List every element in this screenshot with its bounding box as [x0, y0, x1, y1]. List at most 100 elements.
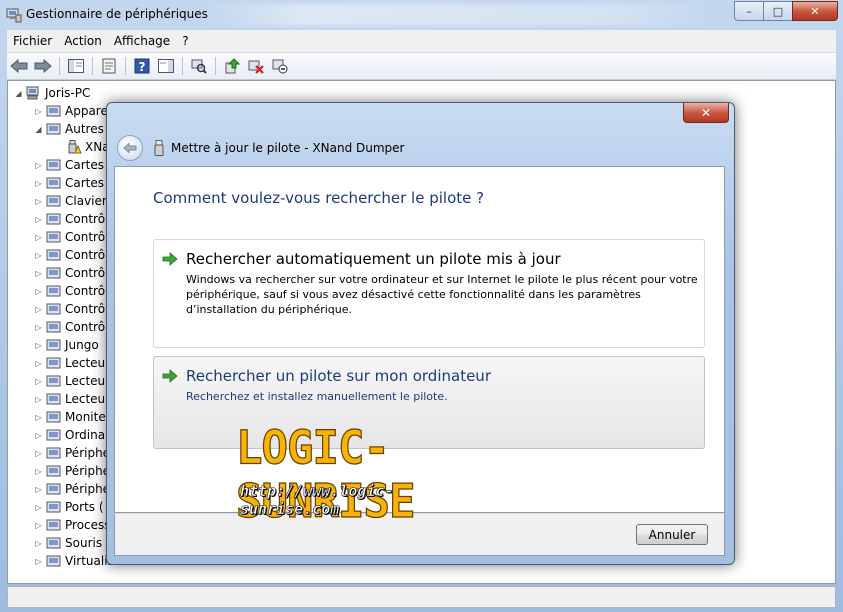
expand-arrow-icon[interactable]: ▷ [34, 431, 43, 440]
expand-arrow-icon[interactable]: ▷ [34, 107, 43, 116]
expand-arrow-icon[interactable]: ▷ [34, 269, 43, 278]
show-hide-console-tree-button[interactable] [66, 56, 86, 76]
tree-item-label: Contrô [65, 212, 106, 226]
menu-affichage[interactable]: Affichage [108, 34, 176, 48]
expand-arrow-icon[interactable]: ▷ [34, 413, 43, 422]
tree-item[interactable]: ▷ Lecteur [34, 390, 110, 408]
expand-arrow-icon[interactable]: ▷ [34, 395, 43, 404]
tree-item[interactable]: ▷ Contrô [34, 264, 105, 282]
tree-item-label: Monite [65, 410, 106, 424]
minimize-button[interactable]: – [734, 1, 764, 21]
forward-button[interactable] [33, 56, 53, 76]
action-pane-button[interactable] [156, 56, 176, 76]
expand-arrow-icon[interactable]: ▷ [34, 305, 43, 314]
expand-arrow-icon[interactable]: ▷ [34, 467, 43, 476]
close-button[interactable]: ✕ [792, 1, 838, 21]
toolbar: ? [7, 53, 836, 80]
properties-button[interactable] [99, 56, 119, 76]
expand-arrow-icon[interactable]: ▷ [34, 449, 43, 458]
tree-item[interactable]: ▷ Jungo [34, 336, 98, 354]
tree-item[interactable]: ▷ Périphé [34, 480, 110, 498]
expand-arrow-icon[interactable]: ▷ [34, 323, 43, 332]
help-button[interactable]: ? [132, 56, 152, 76]
disable-device-button[interactable] [270, 56, 290, 76]
controller-icon [46, 248, 62, 262]
menu-fichier[interactable]: Fichier [7, 34, 58, 48]
scan-hardware-button[interactable] [189, 56, 209, 76]
tree-item-label: Contrô [65, 302, 106, 316]
tree-item-label: Ports ( [65, 500, 104, 514]
cancel-button[interactable]: Annuler [636, 524, 708, 545]
tree-item[interactable]: ▷ Périphé [34, 444, 110, 462]
console-tree-icon [68, 59, 84, 73]
svg-text:?: ? [139, 60, 146, 74]
expand-arrow-icon[interactable]: ▷ [34, 359, 43, 368]
expand-arrow-icon[interactable]: ▷ [34, 521, 43, 530]
expand-arrow-icon[interactable]: ▷ [34, 287, 43, 296]
tree-item[interactable]: ▷ Process [34, 516, 110, 534]
arrow-left-icon [10, 59, 28, 73]
tree-item[interactable]: ▷ Ports ( [34, 498, 104, 516]
wizard-back-button[interactable] [117, 135, 143, 161]
drive-icon [46, 374, 62, 388]
tree-item[interactable]: ▷ Contrô [34, 300, 105, 318]
expand-arrow-icon[interactable]: ▷ [34, 179, 43, 188]
expand-arrow-icon[interactable]: ▷ [34, 503, 43, 512]
update-driver-button[interactable] [222, 56, 242, 76]
tree-item[interactable]: ▷ Périphé [34, 462, 110, 480]
tree-item[interactable]: ▷ Clavier [34, 192, 106, 210]
device-icon [46, 446, 62, 460]
search-automatically-option[interactable]: Rechercher automatiquement un pilote mis… [153, 239, 705, 348]
device-manager-icon [6, 8, 22, 23]
tree-item[interactable]: ▷ Contrô [34, 246, 105, 264]
tree-item[interactable]: ▷ Ordina [34, 426, 105, 444]
expand-arrow-icon[interactable]: ▷ [34, 485, 43, 494]
menu-help[interactable]: ? [176, 34, 194, 48]
title-bar[interactable]: Gestionnaire de périphériques – □ ✕ [0, 0, 843, 30]
expand-arrow-icon[interactable]: ▷ [34, 251, 43, 260]
tree-item-label: Contrô [65, 320, 106, 334]
usb-device-icon [154, 140, 164, 156]
green-arrow-icon [162, 369, 178, 383]
expand-arrow-icon[interactable]: ▷ [34, 341, 43, 350]
tree-item[interactable]: ▷ Souris e [34, 534, 113, 552]
arrow-right-icon [34, 59, 52, 73]
expanded-arrow-icon[interactable]: ◢ [14, 89, 23, 98]
tree-item[interactable]: XNa [54, 138, 110, 156]
controller-icon [46, 320, 62, 334]
tree-item[interactable]: ▷ Monite [34, 408, 106, 426]
tree-item[interactable]: ▷ Contrô [34, 318, 105, 336]
tree-item[interactable]: ◢ Autres [34, 120, 104, 138]
tree-item[interactable]: ▷ Contrô [34, 210, 105, 228]
tree-item-label: Périphé [65, 464, 111, 478]
processor-icon [46, 518, 62, 532]
dialog-close-button[interactable]: ✕ [683, 103, 729, 123]
watermark-url: http://www.logic-sunrise.com [240, 482, 394, 519]
tree-item[interactable]: ▷ Lecteur [34, 372, 110, 390]
tree-item[interactable]: ▷ Cartes [34, 156, 104, 174]
expand-arrow-icon[interactable]: ▷ [34, 215, 43, 224]
expand-arrow-icon[interactable]: ▷ [34, 557, 43, 566]
expand-arrow-icon[interactable]: ▷ [34, 539, 43, 548]
tree-root[interactable]: ◢ Joris-PC [14, 84, 90, 102]
tree-item[interactable]: ▷ Contrô [34, 228, 105, 246]
tree-item[interactable]: ▷ Appare [34, 102, 108, 120]
uninstall-button[interactable] [246, 56, 266, 76]
expand-arrow-icon[interactable]: ▷ [34, 197, 43, 206]
disable-device-icon [272, 59, 288, 74]
tree-item[interactable]: ▷ Lecteur [34, 354, 110, 372]
back-button[interactable] [9, 56, 29, 76]
question-heading: Comment voulez-vous rechercher le pilote… [153, 189, 485, 207]
expand-arrow-icon[interactable]: ▷ [34, 161, 43, 170]
option-description: Recherchez et installez manuellement le … [186, 390, 448, 403]
expand-arrow-icon[interactable]: ▷ [34, 233, 43, 242]
tree-item-label: Appare [65, 104, 108, 118]
tree-item[interactable]: ▷ Cartes [34, 174, 104, 192]
port-icon [46, 500, 62, 514]
expand-arrow-icon[interactable]: ▷ [34, 377, 43, 386]
tree-item-label: Autres [65, 122, 104, 136]
menu-action[interactable]: Action [58, 34, 108, 48]
expanded-arrow-icon[interactable]: ◢ [34, 125, 43, 134]
maximize-button[interactable]: □ [763, 1, 793, 21]
tree-item[interactable]: ▷ Contrô [34, 282, 105, 300]
